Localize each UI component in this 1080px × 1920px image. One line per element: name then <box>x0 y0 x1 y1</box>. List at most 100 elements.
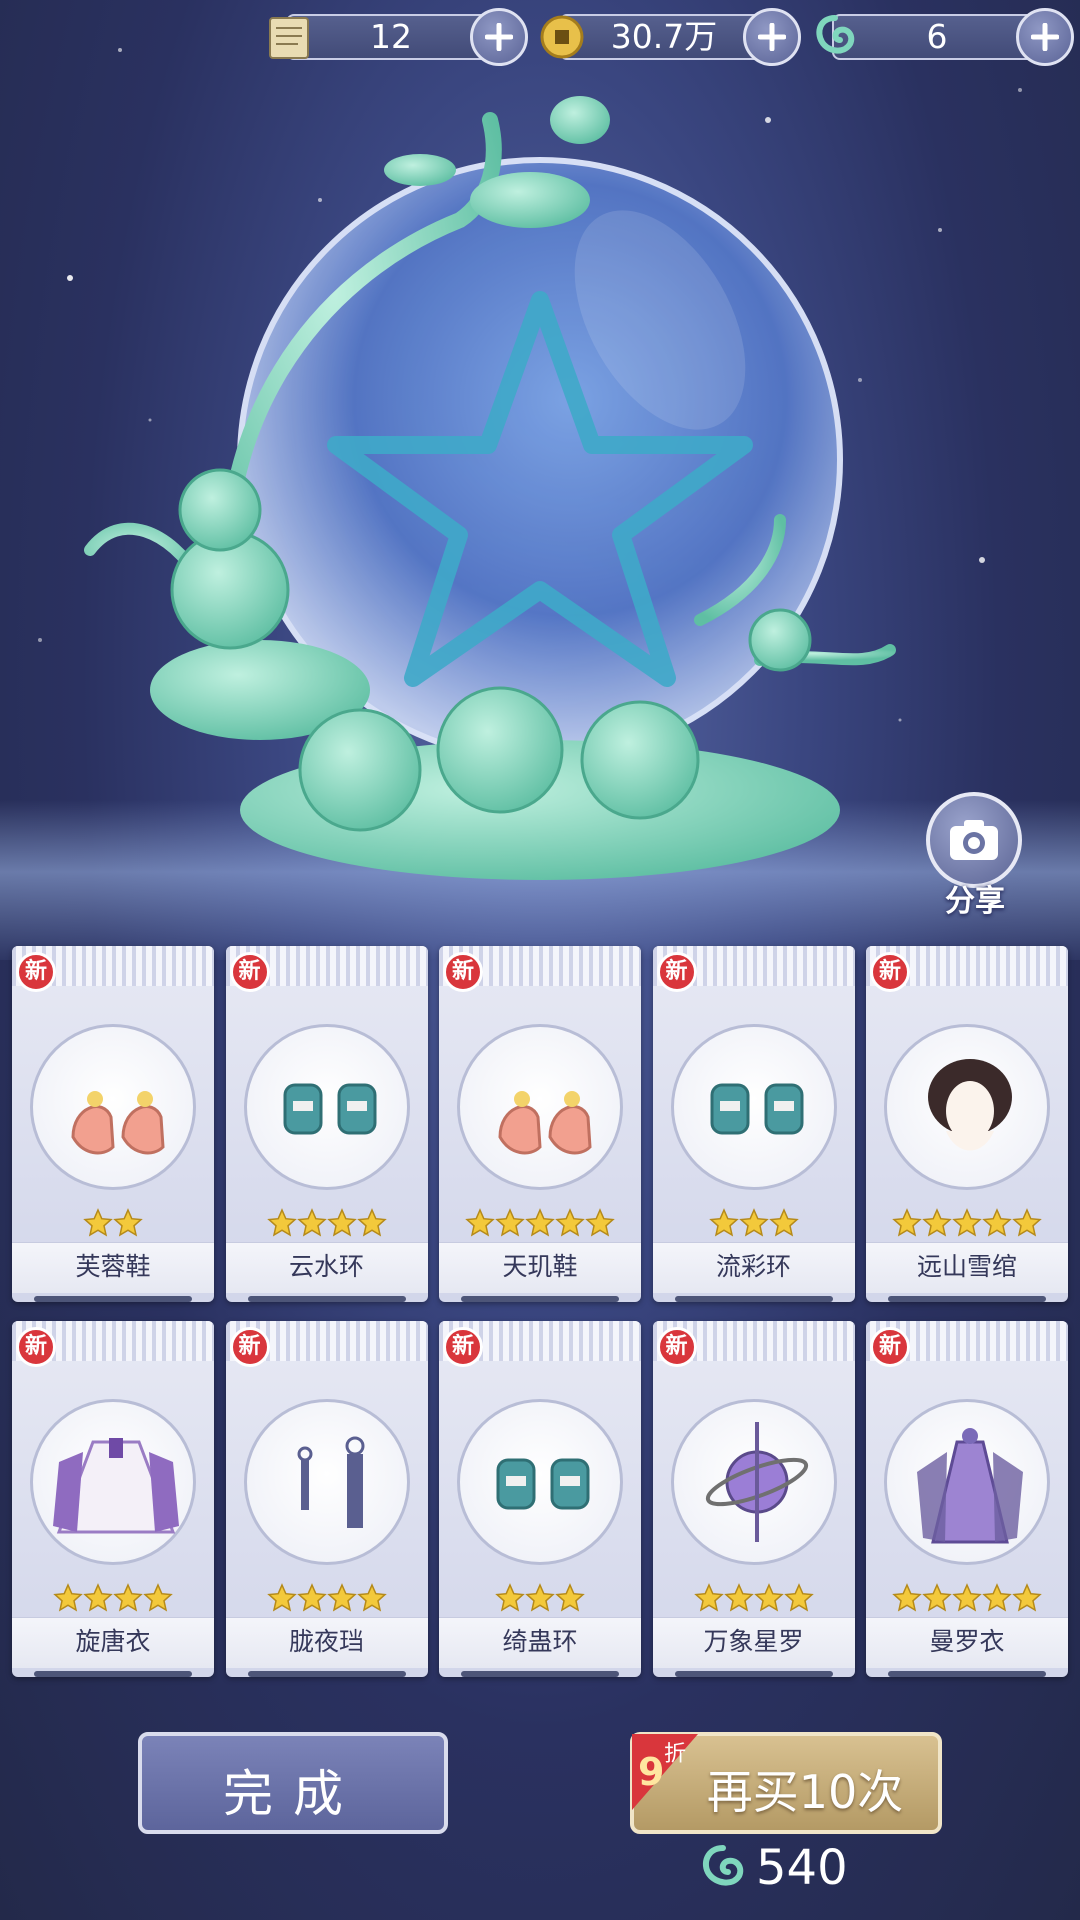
star-rating <box>439 1583 641 1613</box>
item-thumbnail <box>670 1024 837 1190</box>
item-thumbnail <box>457 1024 623 1190</box>
star-icon <box>143 1583 173 1613</box>
new-badge: 新 <box>443 1327 483 1367</box>
item-name: 流彩环 <box>715 1252 791 1281</box>
camera-icon <box>950 820 998 860</box>
new-badge: 新 <box>870 1327 910 1367</box>
item-name: 胧夜珰 <box>288 1627 364 1656</box>
buy-cost: 540 <box>694 1838 914 1898</box>
new-badge: 新 <box>656 1327 697 1367</box>
reward-item-card[interactable]: 新流彩环 <box>652 946 855 1302</box>
item-name: 万象星罗 <box>703 1627 804 1656</box>
star-icon <box>1012 1208 1042 1238</box>
new-badge: 新 <box>443 952 483 992</box>
star-icon <box>982 1208 1012 1238</box>
star-icon <box>495 1208 525 1238</box>
star-icon <box>693 1583 724 1613</box>
star-icon <box>738 1208 769 1238</box>
item-name: 远山雪绾 <box>916 1252 1017 1281</box>
shoes-icon <box>498 1091 592 1155</box>
star-icon <box>266 1583 297 1613</box>
bracelet-icon <box>710 1083 803 1135</box>
share-button[interactable]: 分享 <box>922 792 1032 922</box>
item-name: 天玑鞋 <box>502 1252 578 1281</box>
new-badge: 新 <box>870 952 910 992</box>
star-icon <box>495 1583 525 1613</box>
item-thumbnail <box>884 1399 1050 1565</box>
star-icon <box>266 1208 297 1238</box>
item-thumbnail <box>884 1024 1050 1190</box>
star-icon <box>356 1583 387 1613</box>
star-icon <box>708 1208 739 1238</box>
share-label: 分享 <box>945 884 1005 919</box>
reward-item-card[interactable]: 新远山雪绾 <box>866 946 1068 1302</box>
star-icon <box>768 1208 799 1238</box>
star-icon <box>922 1583 952 1613</box>
star-rating <box>226 1583 428 1613</box>
new-badge: 新 <box>656 952 697 992</box>
star-icon <box>952 1583 982 1613</box>
star-icon <box>1012 1583 1042 1613</box>
reward-item-card[interactable]: 新旋唐衣 <box>12 1321 214 1677</box>
add-jade-button[interactable] <box>1016 8 1074 66</box>
cost-value: 540 <box>756 1840 848 1896</box>
dress-icon <box>917 1428 1023 1544</box>
bracelet-icon <box>496 1458 590 1510</box>
star-rating <box>439 1208 641 1238</box>
item-thumbnail <box>243 1024 410 1190</box>
star-icon <box>356 1208 387 1238</box>
crystal-orb-lotus-art <box>84 96 896 880</box>
star-icon <box>753 1583 784 1613</box>
star-icon <box>952 1208 982 1238</box>
star-icon <box>326 1208 357 1238</box>
item-thumbnail <box>30 1024 196 1190</box>
star-rating <box>866 1583 1068 1613</box>
item-thumbnail <box>457 1399 623 1565</box>
discount-number: 9 <box>638 1750 665 1794</box>
robe-icon <box>53 1438 179 1534</box>
item-thumbnail <box>243 1399 410 1565</box>
reward-item-card[interactable]: 新芙蓉鞋 <box>12 946 214 1302</box>
item-name: 旋唐衣 <box>75 1627 151 1656</box>
plus-icon <box>758 23 786 51</box>
star-icon <box>555 1208 585 1238</box>
star-icon <box>922 1208 952 1238</box>
star-rating <box>12 1208 214 1238</box>
hairstyle-icon <box>928 1059 1012 1151</box>
item-name: 曼罗衣 <box>929 1627 1005 1656</box>
star-rating <box>226 1208 428 1238</box>
done-button[interactable]: 完成 <box>138 1732 448 1834</box>
plus-icon <box>485 23 513 51</box>
item-name: 芙蓉鞋 <box>75 1252 151 1281</box>
reward-item-card[interactable]: 新曼罗衣 <box>866 1321 1068 1677</box>
done-label: 完成 <box>223 1765 363 1823</box>
reward-item-card[interactable]: 新天玑鞋 <box>439 946 641 1302</box>
star-icon <box>83 1583 113 1613</box>
star-icon <box>465 1208 495 1238</box>
star-icon <box>892 1583 922 1613</box>
star-rating <box>653 1583 855 1613</box>
buy-again-10-button[interactable]: 9 折 再买10次 <box>630 1732 942 1834</box>
reward-item-card[interactable]: 新万象星罗 <box>652 1321 855 1677</box>
star-icon <box>113 1583 143 1613</box>
new-badge: 新 <box>16 952 56 992</box>
item-name: 云水环 <box>288 1252 364 1281</box>
star-rating <box>12 1583 214 1613</box>
reward-item-card[interactable]: 新绮蛊环 <box>439 1321 641 1677</box>
star-icon <box>783 1583 814 1613</box>
earring-icon <box>297 1436 364 1528</box>
item-name: 绮蛊环 <box>502 1627 578 1656</box>
reward-item-card[interactable]: 新云水环 <box>225 946 428 1302</box>
item-thumbnail <box>30 1399 196 1565</box>
star-icon <box>723 1583 754 1613</box>
item-thumbnail <box>670 1399 837 1565</box>
star-rating <box>866 1208 1068 1238</box>
star-icon <box>555 1583 585 1613</box>
star-icon <box>113 1208 143 1238</box>
reward-item-card[interactable]: 新胧夜珰 <box>225 1321 428 1677</box>
star-icon <box>525 1208 555 1238</box>
star-icon <box>585 1208 615 1238</box>
new-badge: 新 <box>16 1327 56 1367</box>
star-icon <box>525 1583 555 1613</box>
star-icon <box>892 1208 922 1238</box>
